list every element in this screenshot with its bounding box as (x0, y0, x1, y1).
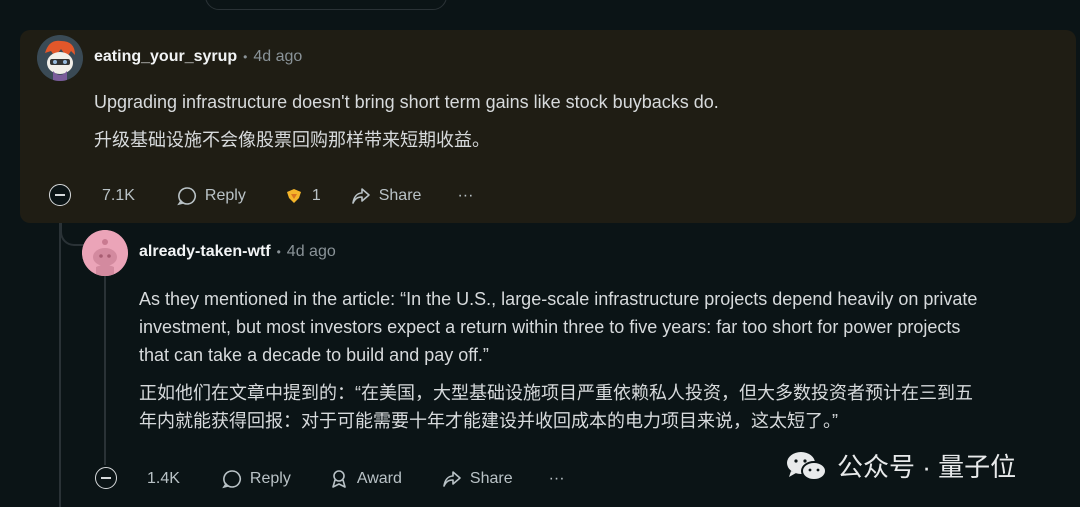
thread-line (104, 275, 106, 465)
share-label: Share (469, 470, 513, 487)
reply-label: Reply (204, 187, 246, 204)
comment-author[interactable]: already-taken-wtf (139, 243, 271, 261)
award-trophy-icon (286, 189, 301, 203)
award-label: Award (356, 470, 402, 487)
comment-meta: already-taken-wtf • 4d ago (139, 243, 336, 261)
user-avatar[interactable] (82, 230, 128, 276)
share-button[interactable]: Share (351, 186, 422, 206)
award-button[interactable]: 1 (284, 186, 321, 206)
comment-actions: 1.4K Reply Award Share ··· (139, 465, 591, 493)
collapse-thread-button[interactable] (95, 467, 117, 489)
snoo-avatar-icon (37, 35, 83, 81)
share-arrow-icon (351, 188, 370, 204)
comment-actions: 7.1K Reply 1 Share ··· (94, 182, 499, 210)
meta-separator: • (276, 245, 281, 259)
more-options-icon: ··· (548, 470, 565, 487)
more-options-button[interactable]: ··· (549, 470, 565, 488)
reply-button[interactable]: Reply (222, 469, 291, 489)
reply-label: Reply (249, 470, 291, 487)
share-arrow-icon (443, 471, 461, 487)
comment-timestamp[interactable]: 4d ago (253, 48, 302, 66)
watermark: 公众号 · 量子位 (785, 447, 1016, 484)
comment-bubble-icon (177, 187, 196, 206)
watermark-text: 公众号 · 量子位 (837, 452, 1017, 482)
more-options-icon: ··· (457, 187, 474, 204)
more-options-button[interactable]: ··· (457, 187, 473, 205)
comment-body: As they mentioned in the article: “In th… (139, 285, 1069, 435)
wechat-icon (787, 451, 827, 481)
comment-timestamp[interactable]: 4d ago (287, 243, 336, 261)
vote-controls: 7.1K (94, 187, 143, 205)
comment-text-chinese: 升级基础设施不会像股票回购那样带来短期收益。 (94, 130, 490, 150)
share-button[interactable]: Share (442, 469, 513, 489)
comment-body: Upgrading infrastructure doesn't bring s… (94, 88, 719, 154)
comment-meta: eating_your_syrup • 4d ago (94, 48, 302, 66)
comment-author[interactable]: eating_your_syrup (94, 48, 237, 66)
award-ribbon-icon (332, 470, 346, 488)
award-button[interactable]: Award (329, 469, 402, 489)
award-count: 1 (311, 187, 321, 204)
vote-controls: 1.4K (139, 470, 188, 488)
user-avatar[interactable] (37, 35, 83, 81)
collapse-thread-button[interactable] (49, 184, 71, 206)
vote-count: 7.1K (102, 187, 135, 204)
comment-bubble-icon (222, 470, 241, 489)
snoo-avatar-icon (82, 230, 128, 276)
previous-element-fragment (205, 0, 447, 10)
share-label: Share (378, 187, 422, 204)
thread-line (59, 207, 61, 507)
comment-text-chinese: 正如他们在文章中提到的：“在美国，大型基础设施项目严重依赖私人投资，但大多数投资… (139, 383, 973, 403)
comment-text-english: Upgrading infrastructure doesn't bring s… (94, 92, 719, 112)
meta-separator: • (243, 50, 248, 64)
reply-button[interactable]: Reply (177, 186, 246, 206)
vote-count: 1.4K (147, 470, 180, 487)
comment-text-english: that can take a decade to build and pay … (139, 345, 489, 365)
comment-text-english: investment, but most investors expect a … (139, 317, 961, 337)
comment-text-chinese: 年内就能获得回报：对于可能需要十年才能建设并收回成本的电力项目来说，这太短了。” (139, 411, 838, 431)
comment-text-english: As they mentioned in the article: “In th… (139, 289, 978, 309)
